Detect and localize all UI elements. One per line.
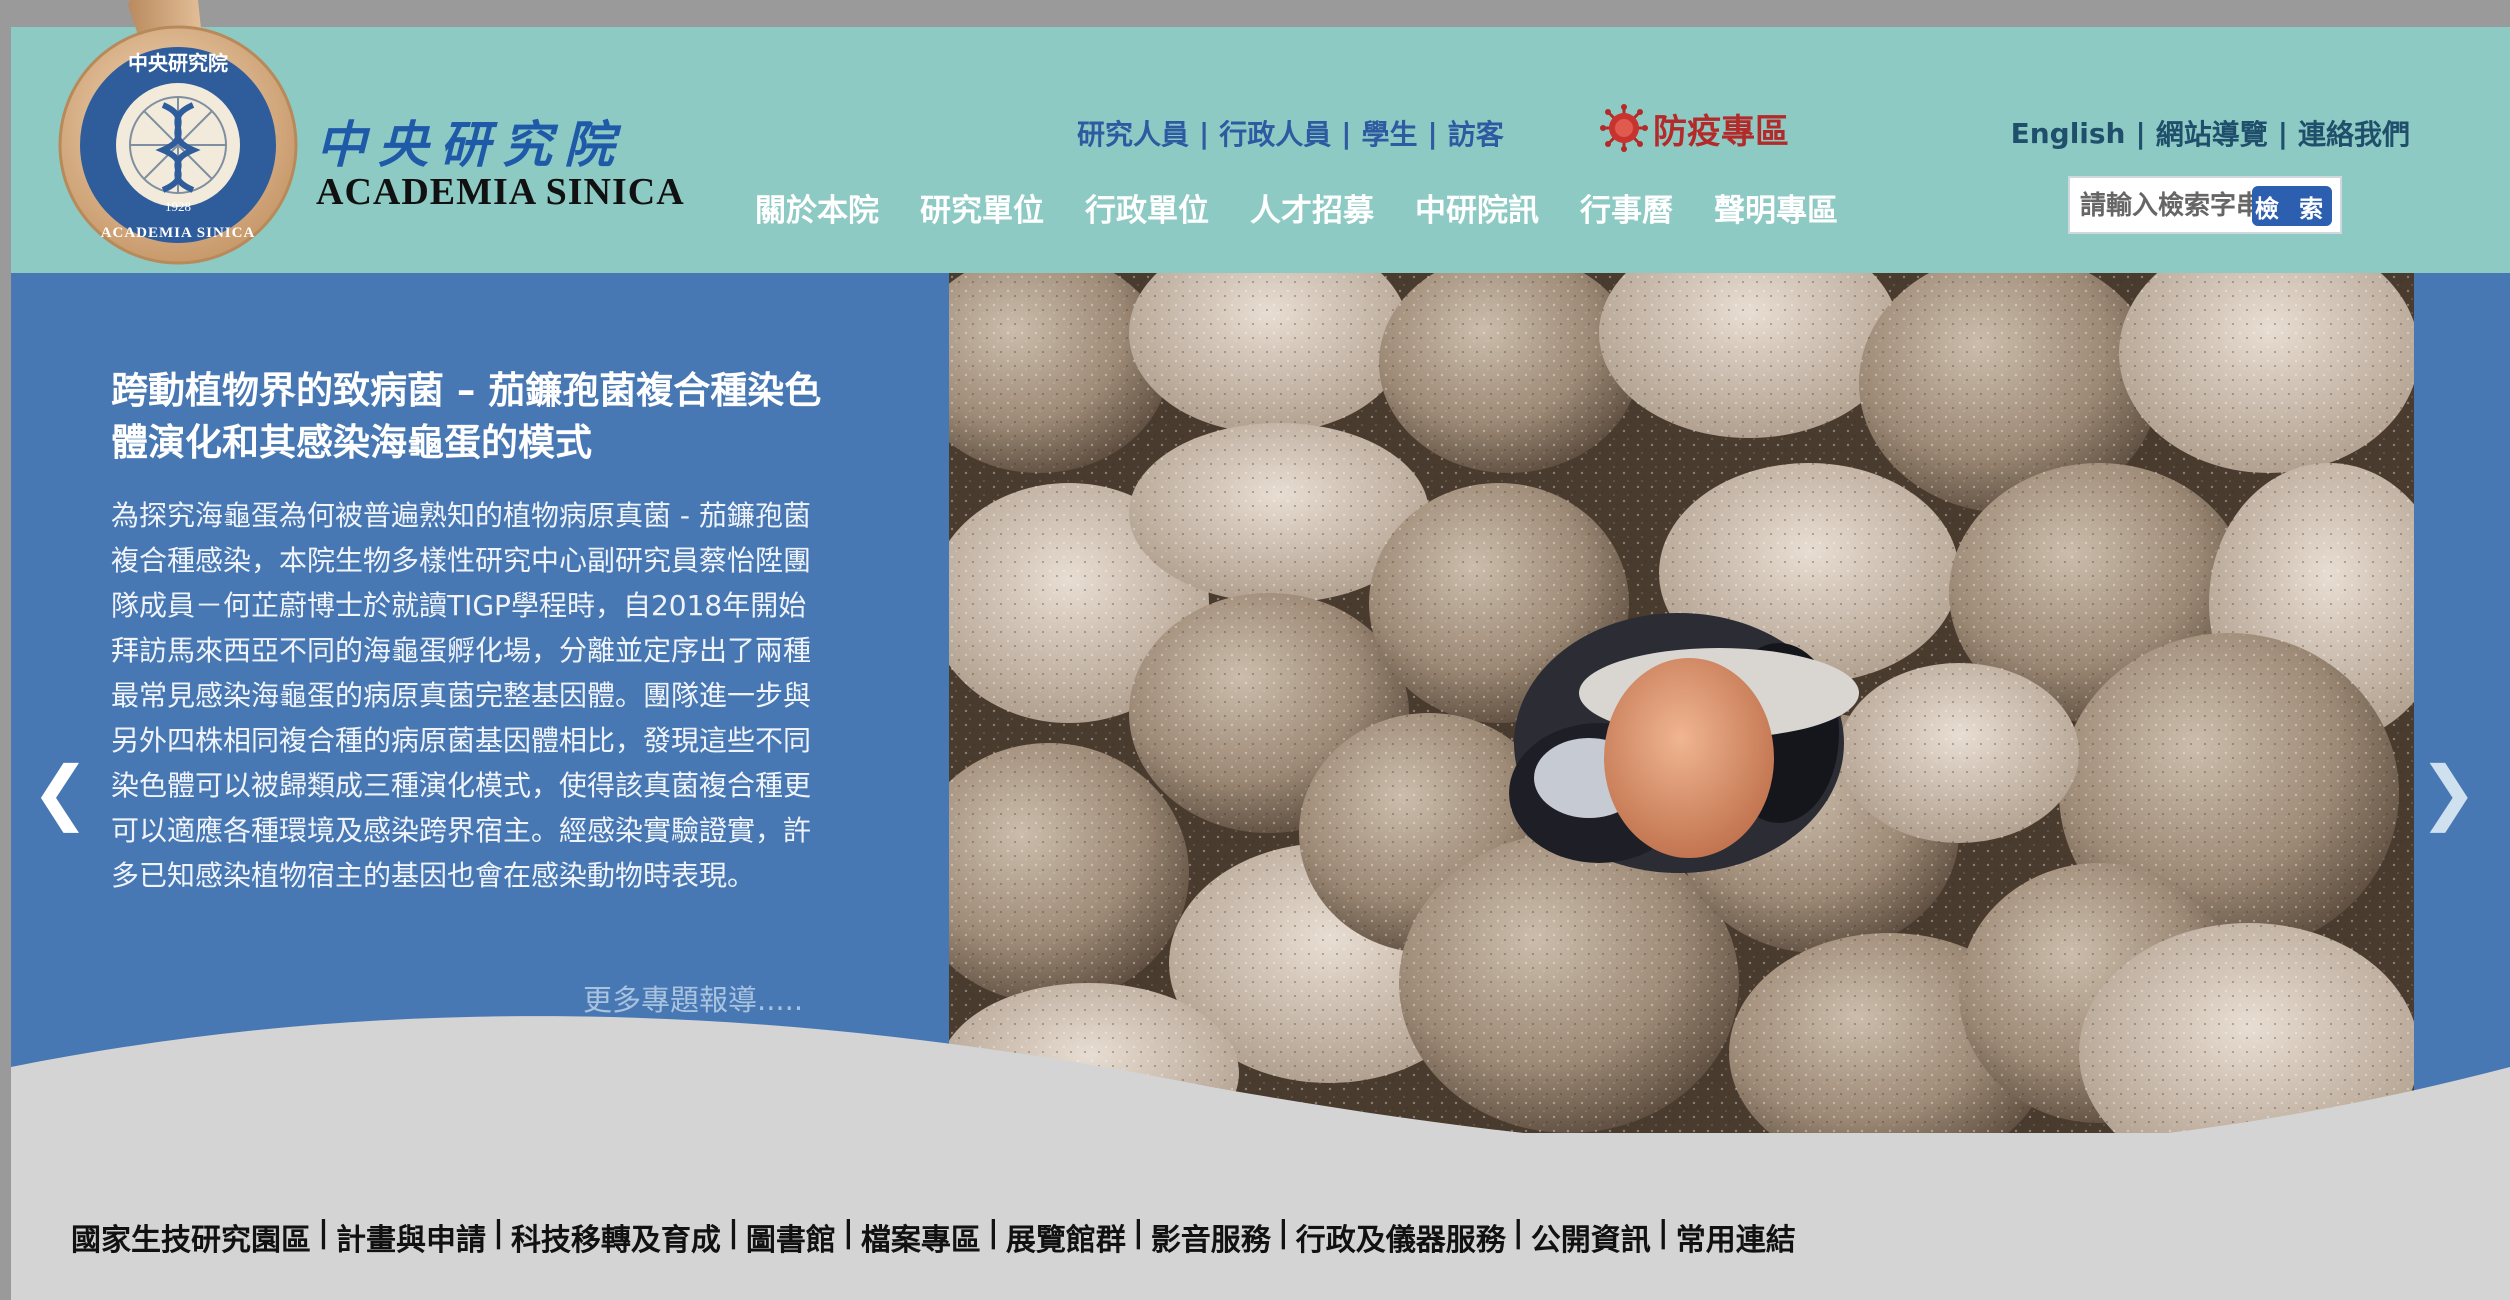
link-separator: | <box>987 1215 999 1250</box>
virus-icon <box>1600 104 1648 152</box>
footer-link-tech-transfer[interactable]: 科技移轉及育成 <box>511 1215 721 1259</box>
link-separator: | <box>1132 1215 1144 1250</box>
footer-link-exhibitions[interactable]: 展覽館群 <box>1006 1215 1126 1259</box>
footer-link-media[interactable]: 影音服務 <box>1151 1215 1271 1259</box>
seal-year: 1928 <box>165 199 191 214</box>
nav-admin-units[interactable]: 行政單位 <box>1085 185 1209 230</box>
footer-link-admin-services[interactable]: 行政及儀器服務 <box>1296 1215 1506 1259</box>
link-separator: | <box>842 1215 854 1250</box>
link-separator: | <box>727 1215 739 1250</box>
audience-links: 研究人員 | 行政人員 | 學生 | 訪客 <box>1077 113 1504 153</box>
link-contact[interactable]: 連絡我們 <box>2298 113 2410 153</box>
nav-calendar[interactable]: 行事曆 <box>1580 185 1673 230</box>
epidemic-zone-label: 防疫專區 <box>1653 111 1789 152</box>
nav-research-units[interactable]: 研究單位 <box>920 185 1044 230</box>
main-nav: 關於本院 研究單位 行政單位 人才招募 中研院訊 行事曆 聲明專區 <box>755 185 1879 230</box>
seal-text-bottom: ACADEMIA SINICA <box>101 225 256 241</box>
academia-sinica-seal-logo[interactable]: 中央研究院 ACADEMIA SINICA 1928 <box>48 0 308 275</box>
site-header: 中央研究院 ACADEMIA SINICA 研究人員 | 行政人員 | 學生 |… <box>11 27 2510 273</box>
link-admin-staff[interactable]: 行政人員 <box>1219 113 1331 153</box>
link-separator: | <box>1657 1215 1669 1250</box>
link-separator: | <box>2135 116 2146 150</box>
link-visitors[interactable]: 訪客 <box>1448 113 1504 153</box>
footer-link-biotech-park[interactable]: 國家生技研究園區 <box>71 1215 311 1259</box>
nav-statements[interactable]: 聲明專區 <box>1714 185 1838 230</box>
utility-links: English | 網站導覽 | 連絡我們 <box>2011 113 2410 153</box>
footer-link-common-links[interactable]: 常用連結 <box>1676 1215 1796 1259</box>
link-separator: | <box>1341 116 1352 150</box>
footer-link-public-info[interactable]: 公開資訊 <box>1531 1215 1651 1259</box>
link-separator: | <box>1277 1215 1289 1250</box>
link-students[interactable]: 學生 <box>1362 113 1418 153</box>
logo-name-cn[interactable]: 中央研究院 <box>316 105 626 177</box>
seal-text-top: 中央研究院 <box>128 51 228 75</box>
epidemic-zone-link[interactable]: 防疫專區 <box>1599 103 1789 153</box>
page-frame: 中央研究院 ACADEMIA SINICA 研究人員 | 行政人員 | 學生 |… <box>11 27 2510 1300</box>
nav-recruitment[interactable]: 人才招募 <box>1250 185 1374 230</box>
logo-name-en[interactable]: ACADEMIA SINICA <box>316 170 685 214</box>
link-separator: | <box>492 1215 504 1250</box>
nav-about[interactable]: 關於本院 <box>755 185 879 230</box>
link-separator: | <box>1512 1215 1524 1250</box>
footer-links: 國家生技研究園區 | 計畫與申請 | 科技移轉及育成 | 圖書館 | 檔案專區 … <box>71 1215 1796 1259</box>
nav-news[interactable]: 中研院訊 <box>1415 185 1539 230</box>
link-sitemap[interactable]: 網站導覽 <box>2156 113 2268 153</box>
link-separator: | <box>1199 116 1210 150</box>
footer-link-projects[interactable]: 計畫與申請 <box>336 1215 486 1259</box>
search-box: 檢 索 <box>2068 176 2342 234</box>
link-researchers[interactable]: 研究人員 <box>1077 113 1189 153</box>
hero-title[interactable]: 跨動植物界的致病菌 – 茄鐮孢菌複合種染色體演化和其感染海龜蛋的模式 <box>111 365 851 469</box>
search-button[interactable]: 檢 索 <box>2252 186 2332 226</box>
link-separator: | <box>318 1215 329 1250</box>
link-separator: | <box>1427 116 1438 150</box>
link-english[interactable]: English <box>2011 117 2126 150</box>
footer-link-library[interactable]: 圖書館 <box>746 1215 836 1259</box>
footer-link-archives[interactable]: 檔案專區 <box>861 1215 981 1259</box>
link-separator: | <box>2277 116 2288 150</box>
